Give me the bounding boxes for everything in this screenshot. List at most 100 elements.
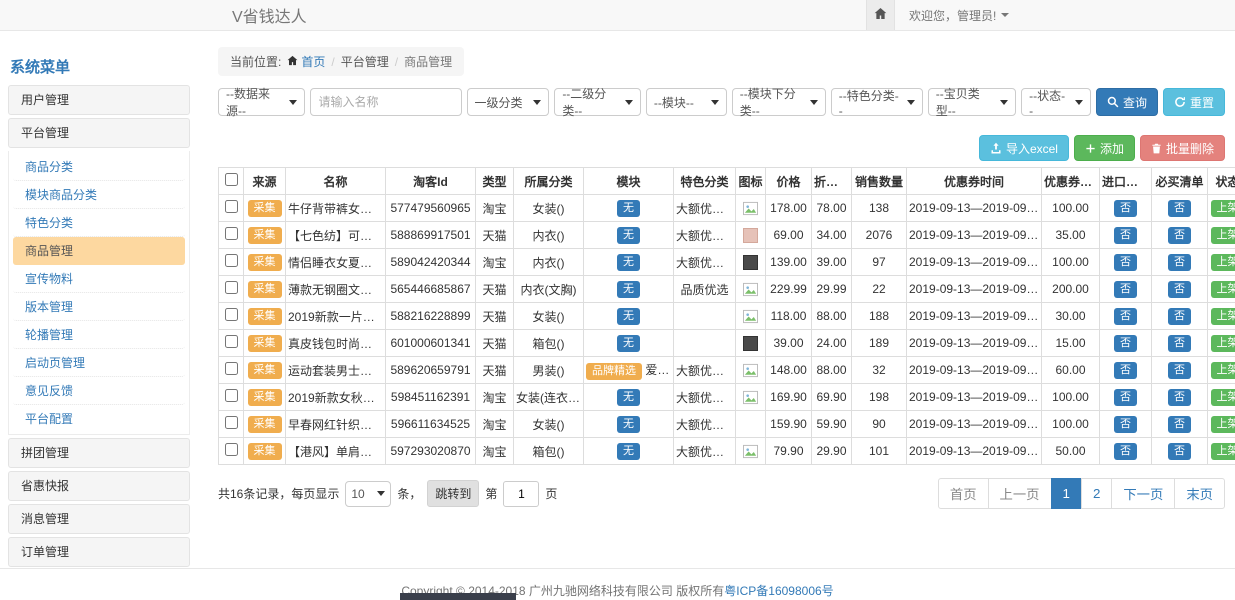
icp-license-link[interactable]: 粤ICP备16098006号: [724, 584, 833, 598]
feature-category-cell: 大额优惠券: [674, 222, 736, 249]
page-button-下一页[interactable]: 下一页: [1111, 478, 1175, 509]
import-excel-button[interactable]: 导入excel: [979, 135, 1069, 161]
column-header-销售数量: 销售数量: [852, 168, 907, 195]
page-button-2[interactable]: 2: [1081, 478, 1112, 509]
select-all-checkbox[interactable]: [225, 173, 238, 186]
import-optimal-cell: 否: [1100, 357, 1152, 384]
sidebar-item-message-management[interactable]: 消息管理: [8, 504, 190, 534]
import-optimal-badge[interactable]: 否: [1114, 227, 1137, 244]
row-checkbox[interactable]: [225, 443, 238, 456]
sidebar-item-platform-management[interactable]: 平台管理: [8, 118, 190, 148]
import-optimal-badge[interactable]: 否: [1114, 281, 1137, 298]
page-button-首页[interactable]: 首页: [938, 478, 989, 509]
must-buy-badge[interactable]: 否: [1168, 443, 1191, 460]
page-button-末页[interactable]: 末页: [1174, 478, 1225, 509]
row-checkbox[interactable]: [225, 254, 238, 267]
status-badge[interactable]: 上架: [1211, 443, 1235, 460]
row-checkbox[interactable]: [225, 227, 238, 240]
sidebar-item-module-goods-category[interactable]: 模块商品分类: [13, 181, 185, 209]
batch-delete-button[interactable]: 批量删除: [1140, 135, 1225, 161]
sidebar-item-goods-category[interactable]: 商品分类: [13, 153, 185, 181]
filter-feature-select[interactable]: --特色分类--: [831, 88, 923, 116]
user-menu-dropdown[interactable]: 欢迎您，管理员!: [909, 7, 1009, 24]
filter-name-input[interactable]: [310, 88, 462, 116]
filter-source-select[interactable]: --数据来源--: [218, 88, 305, 116]
filter-level2-select[interactable]: --二级分类--: [554, 88, 641, 116]
filter-status-select[interactable]: --状态--: [1021, 88, 1091, 116]
import-icon: [990, 142, 1002, 154]
must-buy-badge[interactable]: 否: [1168, 281, 1191, 298]
filter-level1-select[interactable]: 一级分类: [467, 88, 550, 116]
import-optimal-badge[interactable]: 否: [1114, 335, 1137, 352]
sales-count-cell: 32: [852, 357, 907, 384]
price-cell: 159.90: [766, 411, 812, 438]
import-optimal-badge[interactable]: 否: [1114, 362, 1137, 379]
home-button[interactable]: [866, 0, 895, 30]
feature-category-cell: 品质优选: [674, 276, 736, 303]
sidebar-item-feedback[interactable]: 意见反馈: [13, 377, 185, 405]
add-button[interactable]: 添加: [1074, 135, 1135, 161]
status-badge[interactable]: 上架: [1211, 227, 1235, 244]
import-optimal-badge[interactable]: 否: [1114, 389, 1137, 406]
must-buy-badge[interactable]: 否: [1168, 308, 1191, 325]
sidebar-item-version-management[interactable]: 版本管理: [13, 293, 185, 321]
reset-button[interactable]: 重置: [1163, 88, 1225, 116]
must-buy-badge[interactable]: 否: [1168, 389, 1191, 406]
table-row: 采集【港风】单肩斜跨链条...597293020870淘宝箱包()无大额优惠券7…: [219, 438, 1235, 465]
row-checkbox[interactable]: [225, 362, 238, 375]
sidebar-item-platform-config[interactable]: 平台配置: [13, 405, 185, 432]
page-button-上一页[interactable]: 上一页: [988, 478, 1052, 509]
status-badge[interactable]: 上架: [1211, 308, 1235, 325]
sidebar-item-carousel-management[interactable]: 轮播管理: [13, 321, 185, 349]
module-badge: 无: [617, 227, 640, 244]
jump-to-button[interactable]: 跳转到: [427, 480, 479, 507]
status-badge[interactable]: 上架: [1211, 281, 1235, 298]
import-optimal-badge[interactable]: 否: [1114, 443, 1137, 460]
must-buy-badge[interactable]: 否: [1168, 416, 1191, 433]
source-cell: 采集: [244, 411, 286, 438]
status-badge[interactable]: 上架: [1211, 416, 1235, 433]
category-cell: 内衣(): [514, 249, 584, 276]
import-optimal-badge[interactable]: 否: [1114, 308, 1137, 325]
status-badge[interactable]: 上架: [1211, 254, 1235, 271]
sidebar-item-savings-express[interactable]: 省惠快报: [8, 471, 190, 501]
breadcrumb-home-link[interactable]: 首页: [287, 53, 325, 70]
filter-module-sub-select[interactable]: --模块下分类--: [732, 88, 826, 116]
row-checkbox[interactable]: [225, 335, 238, 348]
sidebar-item-order-management[interactable]: 订单管理: [8, 537, 190, 567]
table-header-row: 来源名称淘客Id类型所属分类模块特色分类图标价格折后价销售数量优惠券时间优惠券金…: [219, 168, 1235, 195]
sidebar-item-group-buy-management[interactable]: 拼团管理: [8, 438, 190, 468]
search-button[interactable]: 查询: [1096, 88, 1158, 116]
coupon-time-cell: 2019-09-13—2019-09-17: [907, 276, 1042, 303]
row-checkbox[interactable]: [225, 200, 238, 213]
per-page-select[interactable]: 10: [345, 481, 391, 507]
must-buy-badge[interactable]: 否: [1168, 335, 1191, 352]
import-optimal-badge[interactable]: 否: [1114, 200, 1137, 217]
feature-category-cell: 大额优惠券: [674, 411, 736, 438]
sidebar-item-user-management[interactable]: 用户管理: [8, 85, 190, 115]
import-optimal-badge[interactable]: 否: [1114, 416, 1137, 433]
row-checkbox[interactable]: [225, 416, 238, 429]
sidebar-item-goods-management[interactable]: 商品管理: [13, 237, 185, 265]
sidebar-item-splash-page-management[interactable]: 启动页管理: [13, 349, 185, 377]
page-button-1[interactable]: 1: [1051, 478, 1082, 509]
row-checkbox[interactable]: [225, 389, 238, 402]
must-buy-badge[interactable]: 否: [1168, 254, 1191, 271]
status-badge[interactable]: 上架: [1211, 362, 1235, 379]
feature-category-cell: 大额优惠券: [674, 195, 736, 222]
must-buy-badge[interactable]: 否: [1168, 200, 1191, 217]
import-optimal-badge[interactable]: 否: [1114, 254, 1137, 271]
status-badge[interactable]: 上架: [1211, 200, 1235, 217]
category-cell: 内衣(): [514, 222, 584, 249]
filter-module-select[interactable]: --模块--: [646, 88, 727, 116]
sidebar-item-feature-category[interactable]: 特色分类: [13, 209, 185, 237]
status-badge[interactable]: 上架: [1211, 389, 1235, 406]
status-badge[interactable]: 上架: [1211, 335, 1235, 352]
page-number-input[interactable]: [503, 481, 539, 507]
filter-item-type-select[interactable]: --宝贝类型--: [928, 88, 1016, 116]
sidebar-item-promo-materials[interactable]: 宣传物料: [13, 265, 185, 293]
must-buy-badge[interactable]: 否: [1168, 227, 1191, 244]
row-checkbox[interactable]: [225, 281, 238, 294]
must-buy-badge[interactable]: 否: [1168, 362, 1191, 379]
row-checkbox[interactable]: [225, 308, 238, 321]
